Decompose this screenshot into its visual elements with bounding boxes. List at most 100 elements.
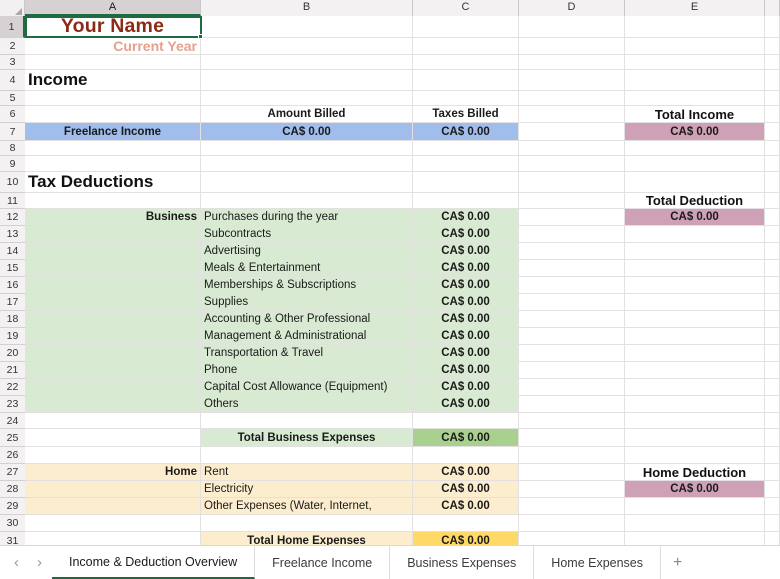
cell-a16[interactable] (25, 277, 201, 294)
cell-f21[interactable] (765, 362, 780, 379)
cell-c24[interactable] (413, 413, 519, 429)
cell-c10[interactable] (413, 172, 519, 193)
cell-f3[interactable] (765, 55, 780, 70)
cell-b26[interactable] (201, 447, 413, 464)
cell-b6-amount-billed-header[interactable]: Amount Billed (201, 106, 413, 123)
column-header-a[interactable]: A (25, 0, 201, 16)
cell-b27-item-label[interactable]: Rent (201, 464, 413, 481)
cell-c6-taxes-billed-header[interactable]: Taxes Billed (413, 106, 519, 123)
cell-c30[interactable] (413, 515, 519, 532)
cell-f18[interactable] (765, 311, 780, 328)
cell-f6[interactable] (765, 106, 780, 123)
cell-c9[interactable] (413, 156, 519, 172)
cell-b9[interactable] (201, 156, 413, 172)
cell-a21[interactable] (25, 362, 201, 379)
cell-d2[interactable] (519, 38, 625, 55)
cell-a26[interactable] (25, 447, 201, 464)
cell-c29-item-amount[interactable]: CA$ 0.00 (413, 498, 519, 515)
cell-e22[interactable] (625, 379, 765, 396)
cell-b30[interactable] (201, 515, 413, 532)
cell-c17-item-amount[interactable]: CA$ 0.00 (413, 294, 519, 311)
cell-c25-business-total-value[interactable]: CA$ 0.00 (413, 429, 519, 447)
cell-f20[interactable] (765, 345, 780, 362)
cell-d10[interactable] (519, 172, 625, 193)
cell-f7[interactable] (765, 123, 780, 141)
cell-b13-item-label[interactable]: Subcontracts (201, 226, 413, 243)
cell-e29[interactable] (625, 498, 765, 515)
cell-f28[interactable] (765, 481, 780, 498)
cell-d17[interactable] (519, 294, 625, 311)
row-header-22[interactable]: 22 (0, 379, 25, 396)
cell-e27-home-deduction-header[interactable]: Home Deduction (625, 464, 765, 481)
cell-e10[interactable] (625, 172, 765, 193)
cell-f29[interactable] (765, 498, 780, 515)
cell-c4[interactable] (413, 70, 519, 91)
add-sheet-icon[interactable]: + (661, 546, 694, 579)
cell-e23[interactable] (625, 396, 765, 413)
cell-f8[interactable] (765, 141, 780, 156)
cell-e18[interactable] (625, 311, 765, 328)
cell-d4[interactable] (519, 70, 625, 91)
cell-b23-item-label[interactable]: Others (201, 396, 413, 413)
cell-e28-home-deduction-value[interactable]: CA$ 0.00 (625, 481, 765, 498)
cell-c11[interactable] (413, 193, 519, 209)
tab-freelance-income[interactable]: Freelance Income (255, 546, 391, 579)
cell-b20-item-label[interactable]: Transportation & Travel (201, 345, 413, 362)
tab-business-expenses[interactable]: Business Expenses (390, 546, 535, 579)
cell-b5[interactable] (201, 91, 413, 106)
cell-b21-item-label[interactable]: Phone (201, 362, 413, 379)
cell-b17-item-label[interactable]: Supplies (201, 294, 413, 311)
cell-f9[interactable] (765, 156, 780, 172)
cell-f2[interactable] (765, 38, 780, 55)
row-header-12[interactable]: 12 (0, 209, 25, 226)
cell-d13[interactable] (519, 226, 625, 243)
cell-e13[interactable] (625, 226, 765, 243)
cell-b11[interactable] (201, 193, 413, 209)
cell-d3[interactable] (519, 55, 625, 70)
row-header-16[interactable]: 16 (0, 277, 25, 294)
cell-f17[interactable] (765, 294, 780, 311)
cell-d22[interactable] (519, 379, 625, 396)
cell-a11[interactable] (25, 193, 201, 209)
next-sheet-icon[interactable]: › (37, 555, 42, 570)
cell-b7-amount-billed[interactable]: CA$ 0.00 (201, 123, 413, 141)
cell-d15[interactable] (519, 260, 625, 277)
cell-c22-item-amount[interactable]: CA$ 0.00 (413, 379, 519, 396)
cell-b14-item-label[interactable]: Advertising (201, 243, 413, 260)
cell-e6-total-income-header[interactable]: Total Income (625, 106, 765, 123)
tab-home-expenses[interactable]: Home Expenses (534, 546, 662, 579)
row-header-17[interactable]: 17 (0, 294, 25, 311)
cell-e11-total-deduction-header[interactable]: Total Deduction (625, 193, 765, 209)
cell-a10-tax-deductions-heading[interactable]: Tax Deductions (25, 172, 201, 193)
cell-d24[interactable] (519, 413, 625, 429)
cell-a25[interactable] (25, 429, 201, 447)
row-header-5[interactable]: 5 (0, 91, 25, 106)
row-header-4[interactable]: 4 (0, 70, 25, 91)
select-all-corner[interactable] (0, 0, 25, 16)
cell-a14[interactable] (25, 243, 201, 260)
cell-a18[interactable] (25, 311, 201, 328)
cell-d7[interactable] (519, 123, 625, 141)
cell-b18-item-label[interactable]: Accounting & Other Professional (201, 311, 413, 328)
cell-b10[interactable] (201, 172, 413, 193)
row-header-29[interactable]: 29 (0, 498, 25, 515)
cell-f25[interactable] (765, 429, 780, 447)
cell-d19[interactable] (519, 328, 625, 345)
column-header-c[interactable]: C (413, 0, 519, 16)
cell-a4-income-heading[interactable]: Income (25, 70, 201, 91)
cell-d21[interactable] (519, 362, 625, 379)
cell-c19-item-amount[interactable]: CA$ 0.00 (413, 328, 519, 345)
cell-a22[interactable] (25, 379, 201, 396)
cell-a20[interactable] (25, 345, 201, 362)
cell-d18[interactable] (519, 311, 625, 328)
cell-a28[interactable] (25, 481, 201, 498)
cell-f26[interactable] (765, 447, 780, 464)
cell-c3[interactable] (413, 55, 519, 70)
cell-c12-item-amount[interactable]: CA$ 0.00 (413, 209, 519, 226)
cell-b16-item-label[interactable]: Memberships & Subscriptions (201, 277, 413, 294)
row-header-15[interactable]: 15 (0, 260, 25, 277)
cell-a17[interactable] (25, 294, 201, 311)
row-header-13[interactable]: 13 (0, 226, 25, 243)
cell-d30[interactable] (519, 515, 625, 532)
row-header-21[interactable]: 21 (0, 362, 25, 379)
